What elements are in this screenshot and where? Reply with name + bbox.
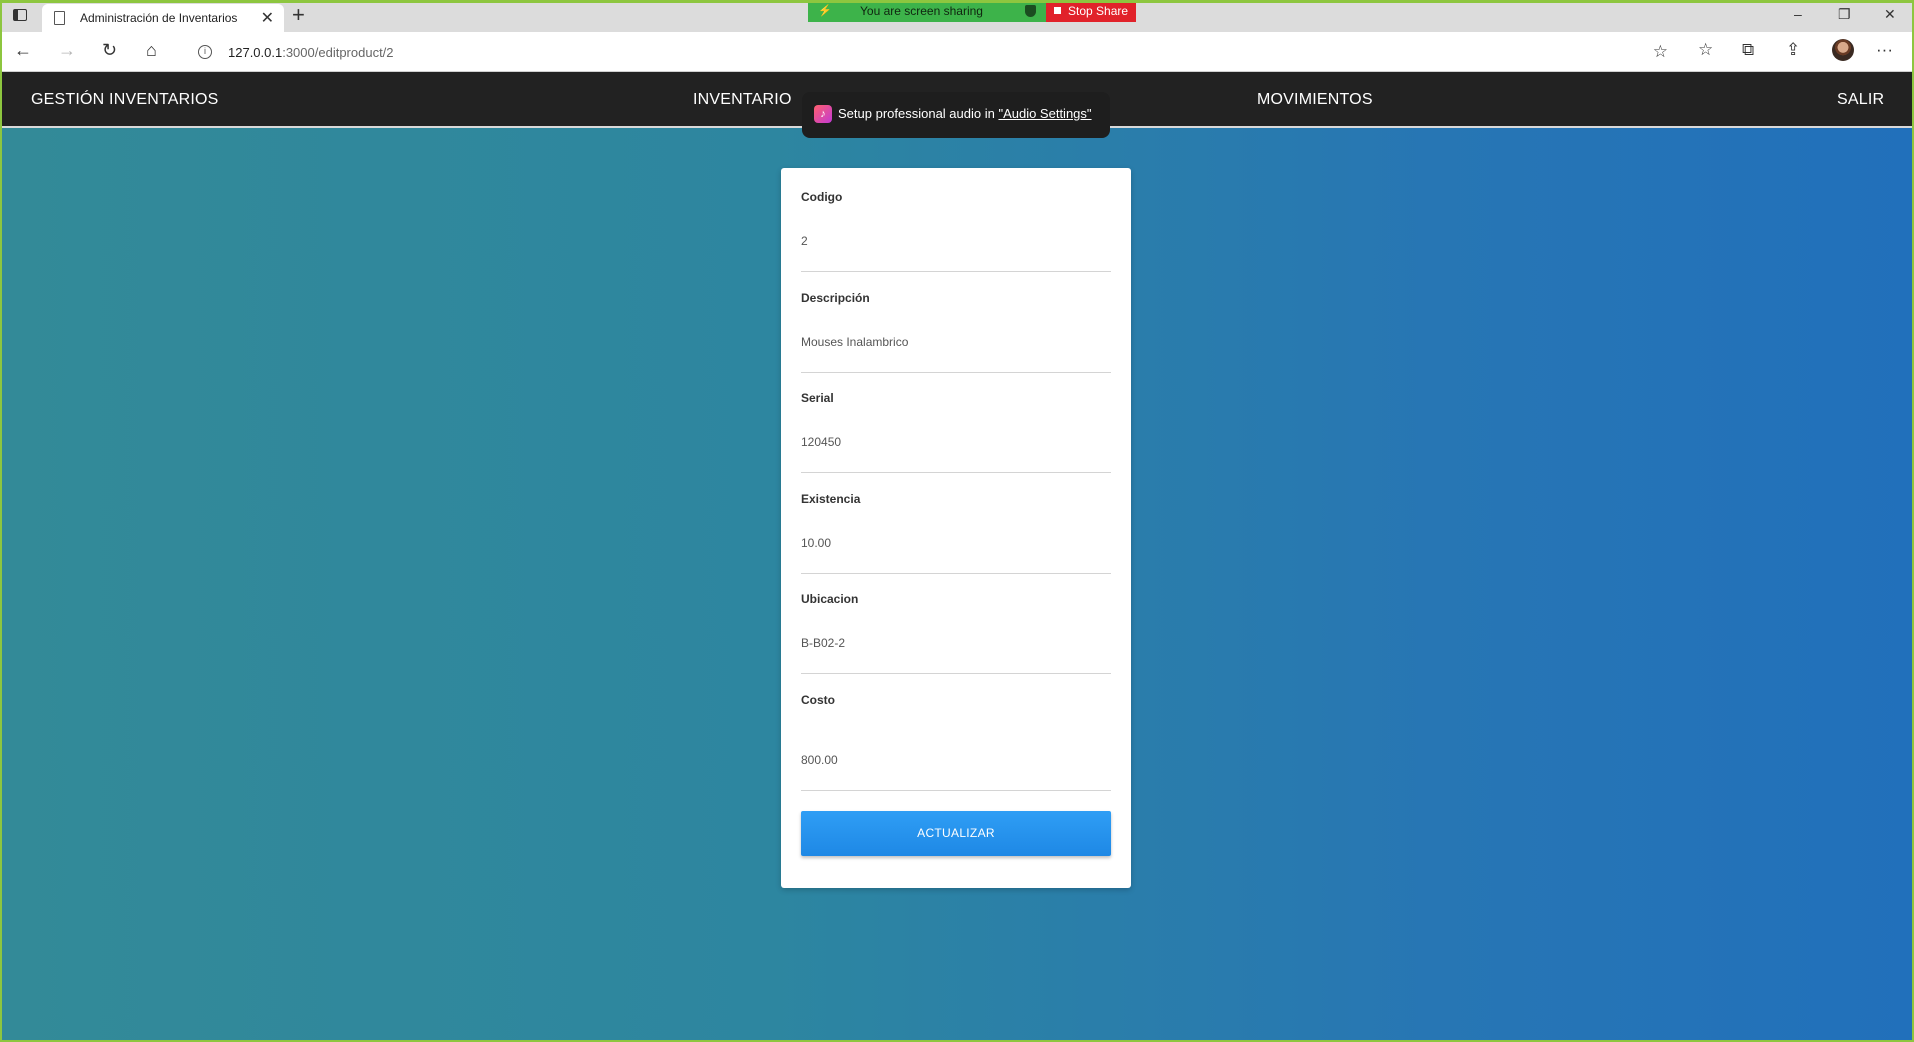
costo-input[interactable] <box>801 753 1111 767</box>
existencia-input[interactable] <box>801 536 1111 550</box>
audio-settings-link[interactable]: "Audio Settings" <box>998 106 1091 121</box>
shield-icon <box>1025 5 1036 17</box>
stop-icon <box>1054 7 1061 14</box>
field-underline <box>801 372 1111 373</box>
sharing-status-text: You are screen sharing <box>860 4 983 18</box>
home-icon[interactable]: ⌂ <box>146 40 157 60</box>
existencia-label: Existencia <box>801 492 861 506</box>
serial-input[interactable] <box>801 435 1111 449</box>
app-body: GESTIÓN INVENTARIOS INVENTARIO MOVIMIENT… <box>0 72 1914 1042</box>
field-underline <box>801 271 1111 272</box>
edit-product-form: Codigo Descripción Serial Existencia Ubi… <box>781 168 1131 888</box>
new-tab-icon[interactable]: + <box>292 3 305 27</box>
tab-actions-icon[interactable] <box>8 6 32 26</box>
page-icon <box>54 11 65 25</box>
site-info-icon[interactable]: i <box>198 45 212 59</box>
screen-sharing-indicator: ⚡ You are screen sharing <box>808 0 1046 22</box>
browser-toolbar: ← → ↻ ⌂ i 127.0.0.1:3000/editproduct/2 ☆… <box>0 32 1914 72</box>
field-underline <box>801 790 1111 791</box>
costo-label: Costo <box>801 693 835 707</box>
serial-label: Serial <box>801 391 834 405</box>
descripcion-input[interactable] <box>801 335 1111 349</box>
profile-avatar[interactable] <box>1832 39 1854 61</box>
field-underline <box>801 573 1111 574</box>
actualizar-button[interactable]: ACTUALIZAR <box>801 811 1111 856</box>
url-text[interactable]: 127.0.0.1:3000/editproduct/2 <box>228 45 394 60</box>
sharing-icon: ⚡ <box>818 5 832 17</box>
close-window-icon[interactable]: ✕ <box>1884 6 1896 23</box>
address-bar[interactable]: i 127.0.0.1:3000/editproduct/2 ☆ <box>184 37 1674 67</box>
field-underline <box>801 673 1111 674</box>
tab-title: Administración de Inventarios <box>80 11 238 25</box>
brand-link[interactable]: GESTIÓN INVENTARIOS <box>31 91 219 109</box>
audio-settings-toast: ♪ Setup professional audio in "Audio Set… <box>802 92 1110 138</box>
stop-share-button[interactable]: Stop Share <box>1046 0 1136 22</box>
favorites-icon[interactable]: ☆ <box>1698 40 1713 60</box>
descripcion-label: Descripción <box>801 291 870 305</box>
nav-item-movimientos[interactable]: MOVIMIENTOS <box>1257 91 1373 109</box>
stop-share-label: Stop Share <box>1068 4 1129 18</box>
forward-icon[interactable]: → <box>58 40 76 60</box>
share-icon[interactable]: ⇪ <box>1786 40 1800 60</box>
more-icon[interactable]: ··· <box>1876 40 1893 60</box>
ubicacion-input[interactable] <box>801 636 1111 650</box>
browser-tab[interactable]: Administración de Inventarios ✕ <box>42 4 284 32</box>
codigo-input[interactable] <box>801 234 1111 248</box>
ubicacion-label: Ubicacion <box>801 592 859 606</box>
field-underline <box>801 472 1111 473</box>
nav-item-inventario[interactable]: INVENTARIO <box>693 91 792 109</box>
close-tab-icon[interactable]: ✕ <box>261 8 274 28</box>
collections-icon[interactable]: ⧉ <box>1742 40 1754 60</box>
nav-item-salir[interactable]: SALIR <box>1837 91 1884 109</box>
browser-tabbar: Administración de Inventarios ✕ + ⚡ You … <box>0 0 1914 32</box>
music-note-icon: ♪ <box>814 105 832 123</box>
codigo-label: Codigo <box>801 190 843 204</box>
audio-toast-text: Setup professional audio in "Audio Setti… <box>838 106 1092 121</box>
refresh-icon[interactable]: ↻ <box>102 40 117 60</box>
back-icon[interactable]: ← <box>14 40 32 60</box>
minimize-icon[interactable]: – <box>1794 6 1802 22</box>
restore-icon[interactable]: ❐ <box>1838 6 1851 23</box>
add-favorite-icon[interactable]: ☆ <box>1653 42 1668 62</box>
